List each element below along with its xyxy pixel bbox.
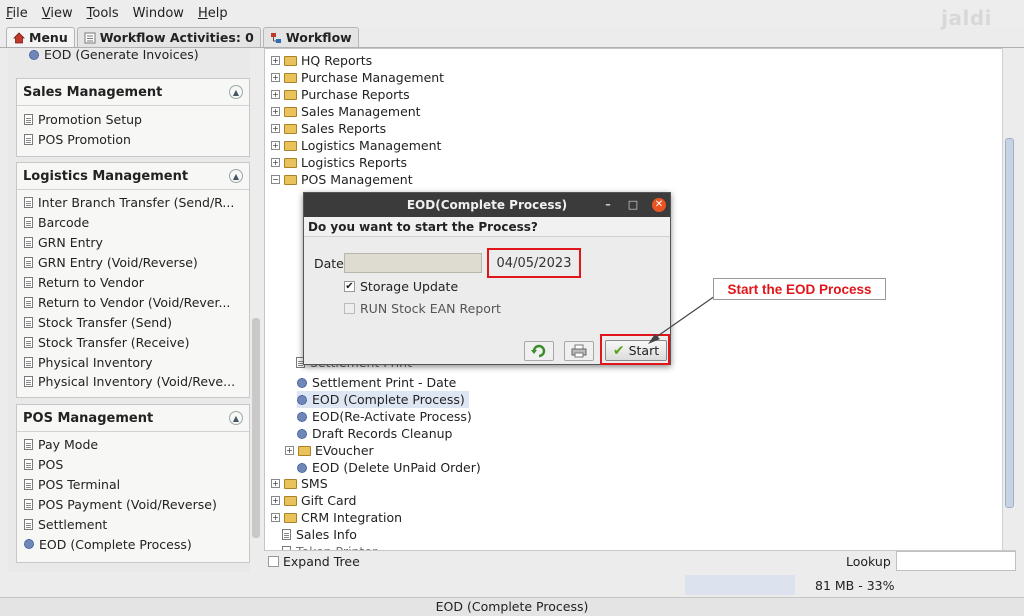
annotation-arrow <box>648 295 716 344</box>
annotation-callout: Start the EOD Process <box>713 278 886 300</box>
